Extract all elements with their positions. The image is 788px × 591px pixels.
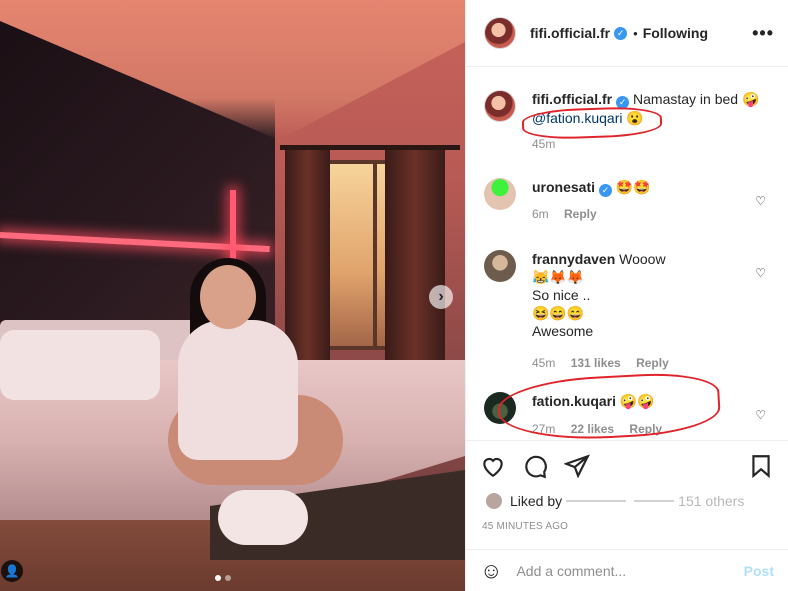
comment-meta: 6m Reply: [532, 205, 784, 223]
post-timestamp[interactable]: 45 MINUTES AGO: [466, 511, 788, 532]
separator-dot: •: [633, 25, 638, 41]
carousel-dot-active: [215, 575, 221, 581]
comment-like-heart-icon[interactable]: ♡: [755, 408, 766, 422]
action-bar: Liked by 151 others 45 MINUTES AGO: [466, 440, 788, 550]
caption-age: 45m: [532, 137, 556, 151]
comment-like-heart-icon[interactable]: ♡: [755, 194, 766, 208]
comment-avatar[interactable]: [484, 250, 516, 282]
photo-pillow: [0, 330, 160, 400]
comment-icon[interactable]: [522, 453, 548, 479]
caption-author-username[interactable]: fifi.official.fr: [532, 91, 612, 107]
liked-by-prefix: Liked by: [510, 493, 563, 509]
carousel-indicator: [215, 575, 231, 581]
photo-person-socks: [218, 490, 308, 545]
post-side-panel: fifi.official.fr ✓ • Following ••• fifi.…: [465, 0, 788, 591]
verified-badge-icon: ✓: [614, 26, 628, 40]
comment-item: frannydaven Wooow 😹🦊🦊 So nice .. 😆😄😄 Awe…: [484, 250, 784, 372]
comment-username[interactable]: frannydaven: [532, 251, 615, 267]
add-comment-bar: ☺ Post: [466, 549, 788, 591]
comment-age: 6m: [532, 207, 549, 221]
comments-list[interactable]: fifi.official.fr ✓ Namastay in bed 🤪 @fat…: [466, 68, 788, 440]
post-photo[interactable]: › 👤: [0, 0, 465, 591]
comment-age: 45m: [532, 356, 556, 370]
liker-avatar: [484, 491, 504, 511]
comment-username[interactable]: uronesati: [532, 179, 595, 195]
author-username[interactable]: fifi.official.fr: [530, 25, 610, 41]
photo-curtain-right: [385, 150, 445, 390]
heart-icon[interactable]: [480, 453, 506, 479]
reply-button[interactable]: Reply: [636, 356, 669, 370]
following-button[interactable]: Following: [643, 25, 708, 41]
photo-person-sweater: [178, 320, 298, 460]
chevron-right-icon: ›: [438, 288, 444, 305]
liked-by-others[interactable]: 151 others: [678, 493, 744, 509]
comment-line: Awesome: [532, 323, 594, 339]
comment-like-heart-icon[interactable]: ♡: [755, 266, 766, 280]
comment-item: uronesati ✓ 🤩🤩 6m Reply ♡: [484, 178, 784, 223]
comment-line: So nice ..: [532, 287, 591, 303]
author-avatar[interactable]: [484, 17, 516, 49]
comment-line: 😆😄😄: [532, 305, 585, 321]
comment-text: Wooow: [619, 251, 666, 267]
post-header: fifi.official.fr ✓ • Following •••: [466, 0, 788, 67]
photo-person-face: [200, 265, 256, 329]
carousel-dot: [225, 575, 231, 581]
liked-by-row[interactable]: Liked by 151 others: [466, 479, 788, 511]
post-comment-button[interactable]: Post: [744, 563, 774, 579]
comment-meta: 45m 131 likes Reply: [532, 354, 784, 372]
redacted-username: [566, 500, 627, 502]
redacted-text: [634, 500, 675, 502]
comment-line: 😹🦊🦊: [532, 269, 585, 285]
smiley-icon[interactable]: ☺: [480, 558, 502, 584]
comment-likes-count[interactable]: 131 likes: [571, 356, 621, 370]
bookmark-icon[interactable]: [748, 453, 774, 479]
more-horizontal-icon[interactable]: •••: [752, 23, 774, 44]
tagged-user-icon[interactable]: 👤: [1, 560, 23, 582]
caption-text: Namastay in bed 🤪: [633, 91, 760, 107]
comment-input[interactable]: [516, 562, 744, 579]
comment-avatar[interactable]: [484, 178, 516, 210]
caption-author-avatar[interactable]: [484, 90, 516, 122]
carousel-next-button[interactable]: ›: [429, 285, 453, 309]
verified-badge-icon: ✓: [599, 184, 613, 197]
comment-text: 🤩🤩: [615, 179, 651, 195]
reply-button[interactable]: Reply: [564, 207, 597, 221]
share-icon[interactable]: [564, 453, 590, 479]
